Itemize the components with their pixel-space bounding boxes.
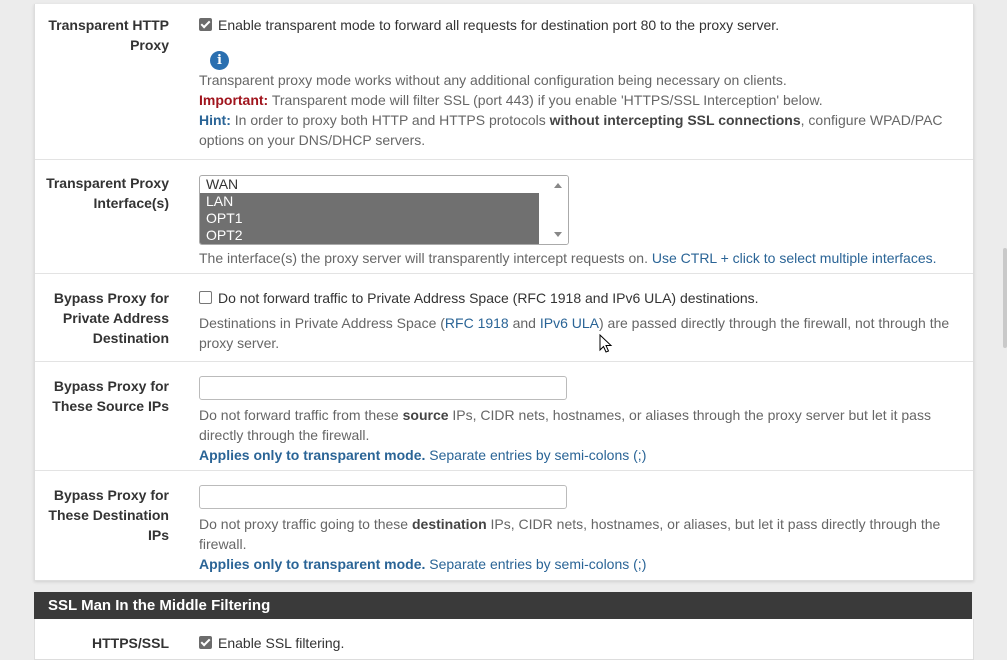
interface-option-opt2[interactable]: OPT2 [200,227,539,244]
important-text: Transparent mode will filter SSL (port 4… [268,92,823,108]
bypass-private-help-post: ) are passed directly through the firewa… [599,315,950,331]
interface-option-wan[interactable]: WAN [200,176,539,193]
hint-bold: without intercepting SSL connections [549,112,801,128]
interfaces-help-link[interactable]: Use CTRL + click to select multiple inte… [652,250,937,266]
bypass-source-applies-text: Separate entries by semi-colons (;) [425,447,647,463]
bypass-dest-help-post: IPs, CIDR nets, hostnames, or aliases, b… [486,516,941,532]
bypass-dest-help-line2: firewall. [199,536,247,552]
bypass-source-label: Bypass Proxy for These Source IPs [52,378,169,414]
bypass-dest-label: Bypass Proxy for These Destination IPs [48,487,169,543]
bypass-source-help-line2: directly through the firewall. [199,427,370,443]
bypass-source-applies: Applies only to transparent mode. Separa… [199,445,959,465]
ipv6-ula-link[interactable]: IPv6 ULA [540,315,599,331]
ssl-panel: HTTPS/SSL Enable SSL filtering. [34,619,974,660]
info-icon[interactable]: i [210,51,229,70]
bypass-dest-help-pre: Do not proxy traffic going to these [199,516,412,532]
bypass-source-help: Do not forward traffic from these source… [199,405,959,425]
bypass-dest-applies: Applies only to transparent mode. Separa… [199,554,959,574]
bypass-private-label: Bypass Proxy for Private Address Destina… [53,290,169,346]
ssl-mitm-section-header: SSL Man In the Middle Filtering [34,592,972,619]
bypass-private-checkbox-row[interactable]: Do not forward traffic to Private Addres… [199,288,959,308]
transparent-help-line1: Transparent proxy mode works without any… [199,72,787,88]
mouse-cursor-icon [599,334,613,353]
transparent-hint-note: Hint: In order to proxy both HTTP and HT… [199,110,959,130]
bypass-dest-input[interactable] [199,485,567,509]
important-label: Important: [199,92,269,108]
bypass-source-input[interactable] [199,376,567,400]
interfaces-scrollbar[interactable] [548,176,568,244]
bypass-private-checkbox-label: Do not forward traffic to Private Addres… [218,290,759,306]
hint-text-3: options on your DNS/DHCP servers. [199,132,426,148]
ssl-filtering-checkbox-row[interactable]: Enable SSL filtering. [199,633,959,653]
row-bypass-source: Bypass Proxy for These Source IPs Do not… [35,361,973,471]
ssl-filtering-checkbox[interactable] [199,636,212,649]
bypass-private-help-pre: Destinations in Private Address Space ( [199,315,445,331]
bypass-dest-help: Do not proxy traffic going to these dest… [199,514,959,534]
bypass-source-help-pre: Do not forward traffic from these [199,407,403,423]
bypass-source-applies-bold: Applies only to transparent mode. [199,447,426,463]
transparent-interfaces-label: Transparent Proxy Interface(s) [46,175,169,211]
bypass-dest-applies-text: Separate entries by semi-colons (;) [425,556,647,572]
rfc1918-link[interactable]: RFC 1918 [445,315,509,331]
bypass-private-help-and: and [508,315,540,331]
bypass-private-help: Destinations in Private Address Space (R… [199,313,959,333]
row-transparent-interfaces: Transparent Proxy Interface(s) WAN LAN O… [35,159,973,274]
transparent-important-note: Important: Transparent mode will filter … [199,90,959,110]
scroll-up-arrow-icon[interactable] [554,183,562,188]
bypass-private-checkbox[interactable] [199,291,212,304]
interfaces-help: The interface(s) the proxy server will t… [199,248,937,268]
row-bypass-dest: Bypass Proxy for These Destination IPs D… [35,470,973,580]
interfaces-help-text: The interface(s) the proxy server will t… [199,250,652,266]
bypass-source-help-bold: source [402,407,449,423]
bypass-dest-help-bold: destination [411,516,487,532]
bypass-source-help-post: IPs, CIDR nets, hostnames, or aliases th… [448,407,931,423]
page-scrollbar-thumb[interactable] [1003,248,1007,348]
hint-text-2: , configure WPAD/PAC [800,112,943,128]
hint-text: In order to proxy both HTTP and HTTPS pr… [230,112,550,128]
transparent-mode-checkbox-row[interactable]: Enable transparent mode to forward all r… [199,15,959,35]
scroll-down-arrow-icon[interactable] [554,232,562,237]
transparent-proxy-panel: Transparent HTTP Proxy Enable transparen… [34,4,974,581]
transparent-mode-checkbox[interactable] [199,18,212,31]
interfaces-multiselect[interactable]: WAN LAN OPT1 OPT2 [199,175,569,245]
ssl-filtering-checkbox-label: Enable SSL filtering. [218,635,345,651]
row-bypass-private: Bypass Proxy for Private Address Destina… [35,273,973,362]
transparent-http-proxy-label: Transparent HTTP Proxy [48,17,169,53]
https-ssl-label: HTTPS/SSL [91,635,169,651]
row-transparent-http-proxy: Transparent HTTP Proxy Enable transparen… [35,4,973,160]
hint-label: Hint: [199,112,231,128]
interface-option-opt1[interactable]: OPT1 [200,210,539,227]
bypass-private-help-line2: proxy server. [199,335,280,351]
interface-option-lan[interactable]: LAN [200,193,539,210]
bypass-dest-applies-bold: Applies only to transparent mode. [199,556,426,572]
transparent-mode-checkbox-label: Enable transparent mode to forward all r… [218,17,780,33]
